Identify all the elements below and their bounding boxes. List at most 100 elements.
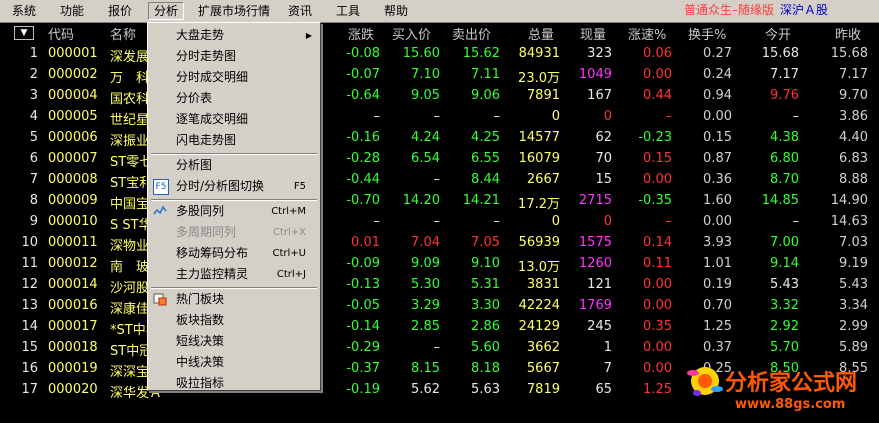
cell-bid: 2.85 — [411, 319, 440, 334]
menu-item-label: 移动筹码分布 — [176, 246, 249, 260]
column-header[interactable]: 买入价 — [392, 24, 431, 43]
cell-no: 13 — [21, 298, 38, 313]
menu-item[interactable]: 短线决策 — [148, 331, 320, 352]
column-header[interactable]: 代码 — [48, 24, 74, 43]
menu-item[interactable]: 主力监控精灵 Ctrl+J — [148, 264, 320, 285]
cell-no: 14 — [21, 319, 38, 334]
menu-item-label: 主力监控精灵 — [176, 267, 249, 281]
menu-help[interactable]: 帮助 — [384, 3, 408, 19]
cell-vol: 3831 — [526, 277, 560, 292]
column-header[interactable]: 今开 — [765, 24, 791, 43]
column-header[interactable]: 昨收 — [835, 24, 861, 43]
column-header[interactable]: 换手% — [688, 24, 726, 43]
menu-quote[interactable]: 报价 — [108, 3, 132, 19]
cell-vol: 42224 — [518, 298, 560, 313]
menu-item[interactable]: 大盘走势 ▶ — [148, 25, 320, 46]
menu-item[interactable]: 移动筹码分布 Ctrl+U — [148, 243, 320, 264]
table-row[interactable]: 13 000016 深康佳Ａ -0.05 3.29 3.30 42224 1769 0.00 0.… — [0, 296, 879, 317]
table-row[interactable]: 12 000014 沙河股份 -0.13 5.30 5.31 3831 121 0.00 0.19… — [0, 275, 879, 296]
cell-ask: 5.60 — [471, 340, 500, 355]
table-row[interactable]: 9 000010 S ST华新 – – –0 0–0.00–14.63 — [0, 212, 879, 233]
menu-item-label: 闪电走势图 — [176, 133, 237, 147]
table-row[interactable]: 1 000001 深发展 -0.08 15.60 15.62 84931 323 0.06 0.2… — [0, 44, 879, 65]
table-row[interactable]: 3 000004 国农科技 -0.64 9.05 9.06 7891 167 0.44 0.94 9… — [0, 86, 879, 107]
cell-vol: 23.0万 — [518, 71, 560, 86]
cell-vol: 5667 — [526, 361, 560, 376]
cell-prev: 6.83 — [839, 151, 868, 166]
column-header[interactable]: 现量 — [580, 24, 606, 43]
column-header[interactable]: 总量 — [528, 24, 554, 43]
cell-ask: 8.44 — [471, 172, 500, 187]
menu-item[interactable]: 吸拉指标 — [148, 373, 320, 394]
menu-extended-market[interactable]: 扩展市场行情 — [198, 3, 270, 19]
menu-analysis[interactable]: 分析 — [148, 2, 185, 20]
cell-open: 3.32 — [770, 298, 799, 313]
menu-item[interactable]: 热门板块 — [148, 289, 320, 310]
menu-item[interactable]: 逐笔成交明细 — [148, 109, 320, 130]
cell-no: 7 — [29, 172, 38, 187]
cell-code: 000018 — [48, 340, 98, 355]
cell-ask: 9.06 — [471, 88, 500, 103]
cell-change: -0.70 — [346, 193, 380, 208]
cell-ask: 5.63 — [471, 382, 500, 397]
menu-item[interactable]: 中线决策 — [148, 352, 320, 373]
table-row[interactable]: 7 000008 ST宝利来 -0.44–8.44 2667 15 0.00 0.36 8.70… — [0, 170, 879, 191]
table-row[interactable]: 8 000009 中国宝安 -0.70 14.20 14.21 17.2万 2715 -0.35… — [0, 191, 879, 212]
menu-news[interactable]: 资讯 — [288, 3, 312, 19]
table-row[interactable]: 4 000005 世纪星源 – – –0 0–0.00–3.86 — [0, 107, 879, 128]
menu-item-shortcut: Ctrl+U — [272, 248, 307, 259]
menu-item[interactable]: 板块指数 — [148, 310, 320, 331]
cell-ask: 8.18 — [471, 361, 500, 376]
cell-change: – — [373, 109, 381, 124]
cell-change: -0.37 — [346, 361, 380, 376]
cell-open: – — [792, 214, 800, 229]
menu-item-label: 分时成交明细 — [176, 70, 249, 84]
table-row[interactable]: 2 000002 万 科 -0.07 7.10 7.11 23.0万 1049 0.00 0.24… — [0, 65, 879, 86]
menu-item[interactable]: 分时成交明细 — [148, 67, 320, 88]
cell-code: 000007 — [48, 151, 98, 166]
menu-tools[interactable]: 工具 — [336, 3, 360, 19]
table-row[interactable]: 6 000007 ST零七 -0.28 6.54 6.55 16079 70 0.15 0.87 6… — [0, 149, 879, 170]
cell-open: 6.80 — [770, 151, 799, 166]
cell-cur: 70 — [595, 151, 612, 166]
column-header[interactable]: 涨跌 — [348, 24, 374, 43]
cell-code: 000014 — [48, 277, 98, 292]
table-row[interactable]: 14 000017 *ST中华Ａ -0.14 2.85 2.86 24129 245 0.35 1… — [0, 317, 879, 338]
menu-item[interactable]: 闪电走势图 — [148, 130, 320, 151]
market-label[interactable]: 深沪Ａ股 — [780, 3, 828, 17]
cell-cur: 7 — [603, 361, 612, 376]
table-row[interactable]: 11 000012 南 玻Ａ -0.09 9.09 9.10 13.0万 1260 0.11 1.… — [0, 254, 879, 275]
column-menu-toggle-icon[interactable]: ▼ — [14, 26, 34, 40]
table-row[interactable]: 15 000018 ST中冠Ａ -0.29–5.60 3662 1 0.00 0.37 5.70… — [0, 338, 879, 359]
cell-turnover: 0.00 — [703, 214, 732, 229]
column-header[interactable]: 名称 — [110, 24, 136, 43]
menu-item[interactable]: 多股同列 Ctrl+M — [148, 201, 320, 222]
cell-turnover: 1.01 — [703, 256, 732, 271]
cell-turnover: 0.94 — [703, 88, 732, 103]
cell-open: 9.76 — [770, 88, 799, 103]
column-header[interactable]: 涨速% — [628, 24, 666, 43]
cell-prev: 14.90 — [830, 193, 868, 208]
cell-code: 000006 — [48, 130, 98, 145]
cell-change: -0.28 — [346, 151, 380, 166]
watermark: 分析家公式网 www.88gs.com — [683, 357, 879, 423]
menu-item[interactable]: 分价表 — [148, 88, 320, 109]
cell-no: 12 — [21, 277, 38, 292]
menu-item[interactable]: 分时走势图 — [148, 46, 320, 67]
cell-no: 3 — [29, 88, 38, 103]
menu-item[interactable]: F5 分时/分析图切换 F5 — [148, 176, 320, 197]
cell-prev: 9.19 — [839, 256, 868, 271]
menu-item[interactable]: 分析图 — [148, 155, 320, 176]
cell-vol: 17.2万 — [518, 197, 560, 212]
cell-ask: 7.11 — [471, 67, 500, 82]
cell-bid: 14.20 — [402, 193, 440, 208]
cell-bid: 6.54 — [411, 151, 440, 166]
menu-system[interactable]: 系统 — [12, 3, 36, 19]
column-header[interactable]: 卖出价 — [452, 24, 491, 43]
cell-code: 000001 — [48, 46, 98, 61]
table-row[interactable]: 5 000006 深振业Ａ -0.16 4.24 4.25 14577 62 -0.23 0.15… — [0, 128, 879, 149]
table-row[interactable]: 10 000011 深物业Ａ 0.01 7.04 7.05 56939 1575 0.14 3.9… — [0, 233, 879, 254]
menu-item-label: 逐笔成交明细 — [176, 112, 249, 126]
menu-function[interactable]: 功能 — [60, 3, 84, 19]
cell-cur: 245 — [587, 319, 612, 334]
